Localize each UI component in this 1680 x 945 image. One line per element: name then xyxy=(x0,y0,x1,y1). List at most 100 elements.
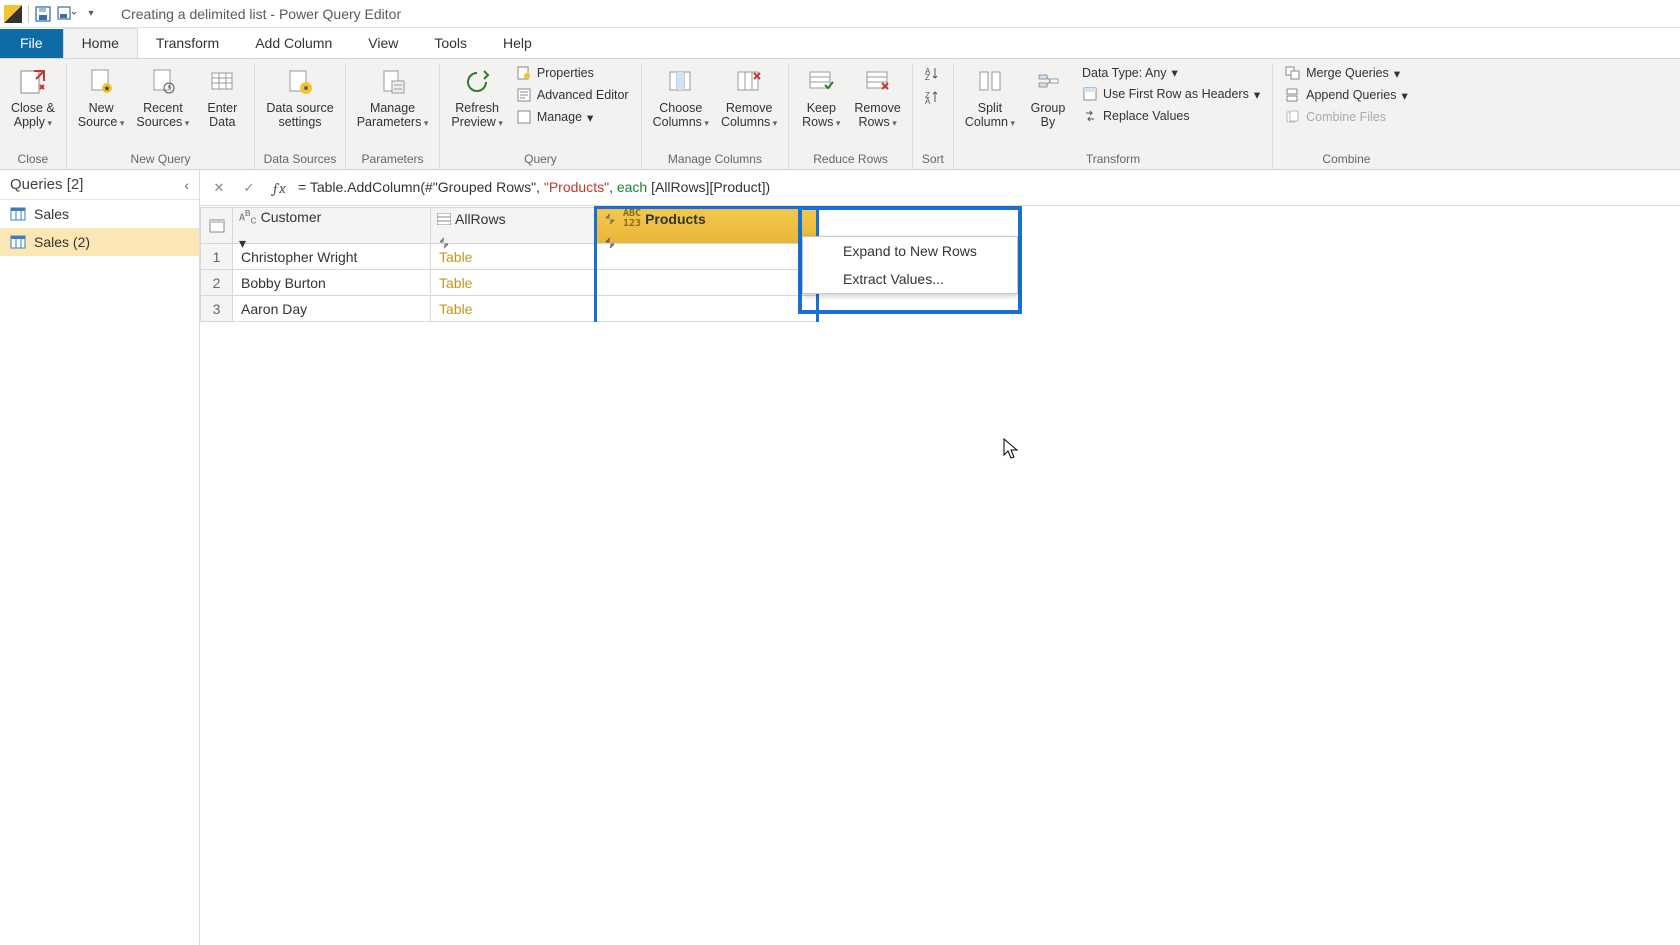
table-row[interactable]: 3Aaron DayTable xyxy=(201,296,818,322)
svg-text:★: ★ xyxy=(104,84,111,93)
combine-files-label: Combine Files xyxy=(1306,110,1386,124)
cell-customer[interactable]: Bobby Burton xyxy=(233,270,431,296)
group-close: Close xyxy=(18,150,49,169)
choose-columns-button[interactable]: Choose Columns xyxy=(650,63,712,132)
merge-queries-button[interactable]: Merge Queries ▾ xyxy=(1281,63,1412,83)
remove-rows-button[interactable]: Remove Rows xyxy=(851,63,904,132)
cell-allrows[interactable]: Table xyxy=(431,296,596,322)
svg-text:A: A xyxy=(925,97,931,104)
cursor-icon xyxy=(1003,438,1021,462)
text-type-icon: ABC xyxy=(239,209,257,225)
expand-dropdown: Expand to New Rows Extract Values... xyxy=(802,236,1018,294)
split-column-button[interactable]: Split Column xyxy=(962,63,1018,132)
cell-products[interactable] xyxy=(596,296,818,322)
replace-values-button[interactable]: Replace Values xyxy=(1078,106,1264,126)
qat-customize-button[interactable]: ▾ xyxy=(79,2,103,26)
tab-help[interactable]: Help xyxy=(485,29,550,58)
data-source-settings-label: Data source settings xyxy=(266,101,333,129)
column-header-customer[interactable]: ABCCustomer ▾ xyxy=(233,208,431,244)
ribbon: Close & Apply Close ★ New Source Recent … xyxy=(0,58,1680,170)
manage-parameters-button[interactable]: Manage Parameters xyxy=(354,63,432,132)
sort-desc-button[interactable]: ZA xyxy=(921,87,945,107)
column-header-allrows[interactable]: AllRows xyxy=(431,208,596,244)
window-title: Creating a delimited list - Power Query … xyxy=(121,6,401,22)
append-queries-button[interactable]: Append Queries ▾ xyxy=(1281,85,1412,105)
group-by-button[interactable]: Group By xyxy=(1024,63,1072,132)
save-button[interactable] xyxy=(31,2,55,26)
enter-data-label: Enter Data xyxy=(207,101,237,129)
cell-products[interactable] xyxy=(596,270,818,296)
expand-column-button[interactable] xyxy=(603,236,816,250)
queries-pane: Queries [2] ‹ Sales Sales (2) xyxy=(0,170,200,945)
formula-text[interactable]: = Table.AddColumn(#"Grouped Rows", "Prod… xyxy=(298,179,1672,196)
tab-view[interactable]: View xyxy=(350,29,416,58)
extract-values-item[interactable]: Extract Values... xyxy=(803,265,1017,293)
first-row-headers-button[interactable]: Use First Row as Headers ▾ xyxy=(1078,84,1264,104)
title-bar: ▾ Creating a delimited list - Power Quer… xyxy=(0,0,1680,28)
close-apply-button[interactable]: Close & Apply xyxy=(8,63,58,132)
remove-columns-button[interactable]: Remove Columns xyxy=(718,63,780,132)
tab-add-column[interactable]: Add Column xyxy=(237,29,350,58)
table-row[interactable]: 2Bobby BurtonTable xyxy=(201,270,818,296)
query-item-sales[interactable]: Sales xyxy=(0,200,199,228)
keep-rows-label: Keep Rows xyxy=(802,101,836,129)
query-label: Sales (2) xyxy=(34,234,90,250)
tab-file[interactable]: File xyxy=(0,29,63,58)
expand-icon[interactable] xyxy=(603,212,617,226)
append-queries-label: Append Queries xyxy=(1306,88,1396,102)
manage-button[interactable]: Manage ▾ xyxy=(512,107,633,127)
table-type-icon xyxy=(437,213,451,225)
table-icon xyxy=(10,206,26,222)
group-query: Query xyxy=(524,150,557,169)
row-number: 1 xyxy=(201,244,233,270)
sort-asc-button[interactable]: AZ xyxy=(921,63,945,83)
refresh-preview-button[interactable]: Refresh Preview xyxy=(448,63,506,132)
filter-icon[interactable]: ▾ xyxy=(239,235,246,251)
keep-rows-button[interactable]: Keep Rows xyxy=(797,63,845,132)
recent-sources-button[interactable]: Recent Sources xyxy=(133,63,192,132)
group-transform: Transform xyxy=(1086,150,1140,169)
merge-queries-label: Merge Queries xyxy=(1306,66,1389,80)
expand-to-new-rows-item[interactable]: Expand to New Rows xyxy=(803,237,1017,265)
enter-data-button[interactable]: Enter Data xyxy=(198,63,246,132)
tab-home[interactable]: Home xyxy=(63,28,138,58)
manage-label: Manage xyxy=(537,110,582,124)
cell-allrows[interactable]: Table xyxy=(431,270,596,296)
first-row-headers-label: Use First Row as Headers xyxy=(1103,87,1249,101)
properties-label: Properties xyxy=(537,66,594,80)
queries-collapse-button[interactable]: ‹ xyxy=(184,177,189,193)
advanced-editor-button[interactable]: Advanced Editor xyxy=(512,85,633,105)
ribbon-tabs: File Home Transform Add Column View Tool… xyxy=(0,28,1680,58)
recent-sources-label: Recent Sources xyxy=(136,101,182,129)
fx-button[interactable]: ƒx xyxy=(268,177,290,199)
column-label: Customer xyxy=(261,209,322,225)
row-number: 2 xyxy=(201,270,233,296)
new-source-button[interactable]: ★ New Source xyxy=(75,63,128,132)
tab-transform[interactable]: Transform xyxy=(138,29,237,58)
data-source-settings-button[interactable]: Data source settings xyxy=(263,63,336,132)
formula-accept-button[interactable]: ✓ xyxy=(238,177,260,199)
manage-parameters-label: Manage Parameters xyxy=(357,101,422,129)
row-number: 3 xyxy=(201,296,233,322)
group-manage-columns: Manage Columns xyxy=(668,150,762,169)
group-data-sources: Data Sources xyxy=(264,150,337,169)
any-type-icon: ABC123 xyxy=(623,209,641,229)
properties-button[interactable]: Properties xyxy=(512,63,633,83)
split-column-label: Split Column xyxy=(965,101,1008,129)
tab-tools[interactable]: Tools xyxy=(416,29,485,58)
table-corner[interactable] xyxy=(201,208,233,244)
query-item-sales-2[interactable]: Sales (2) xyxy=(0,228,199,256)
new-source-label: New Source xyxy=(78,101,118,129)
column-header-products[interactable]: ABC123 Products xyxy=(596,208,818,244)
replace-values-label: Replace Values xyxy=(1103,109,1190,123)
combine-files-button[interactable]: Combine Files xyxy=(1281,107,1412,127)
svg-text:Z: Z xyxy=(925,73,930,80)
remove-columns-label: Remove Columns xyxy=(721,101,772,129)
data-type-button[interactable]: Data Type: Any ▾ xyxy=(1078,63,1264,82)
save-options-button[interactable] xyxy=(55,2,79,26)
refresh-preview-label: Refresh Preview xyxy=(451,101,499,129)
queries-header: Queries [2] xyxy=(10,176,83,193)
expand-icon[interactable] xyxy=(437,236,594,250)
formula-cancel-button[interactable]: ✕ xyxy=(208,177,230,199)
cell-customer[interactable]: Aaron Day xyxy=(233,296,431,322)
